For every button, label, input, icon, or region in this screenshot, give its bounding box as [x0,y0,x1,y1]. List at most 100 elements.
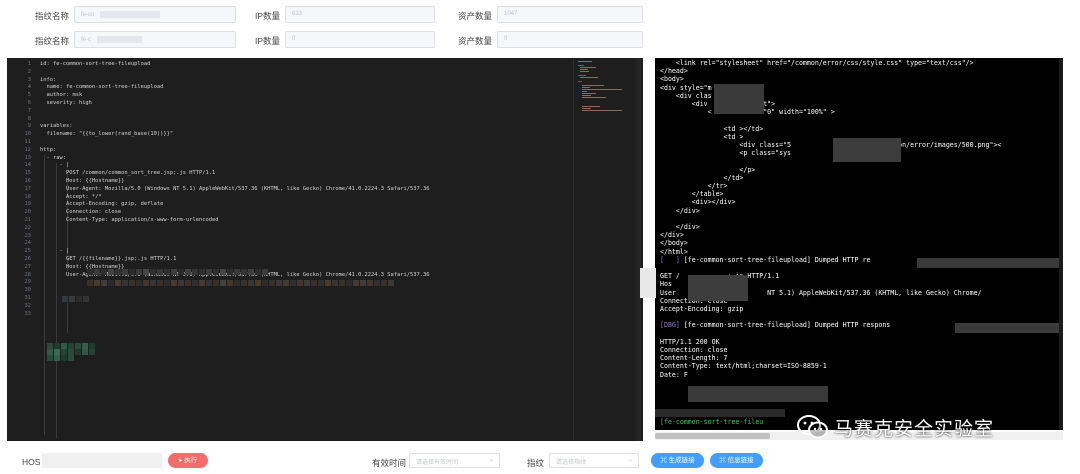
redacted-mosaic [62,296,90,302]
line-number: 28 [24,271,32,278]
generate-link-button[interactable]: ⌘ 生成链接 [651,453,704,468]
scrollbar-thumb[interactable] [655,433,770,439]
line-number: 6 [27,99,31,106]
info-link-button[interactable]: ⌘ 信息链接 [710,453,763,468]
line-number: 18 [24,193,32,200]
asset-count-label: 资产数量 [458,11,493,21]
code-line: variables: [40,123,73,130]
line-number: 14 [24,162,32,169]
code-line: Accept-Encoding: gzip, deflate [40,201,164,208]
terminal-line: </td> [660,173,744,182]
terminal-line: <link rel="stylesheet" href="/common/err… [660,59,974,67]
bottom-toolbar: HOS ▸ 执行 有效时间 请选择有效时间 ⌄ 指纹 请选择指纹 ⌄ ⌘ 生成链… [0,450,1080,474]
line-number: 22 [24,224,32,231]
line-number: 25 [24,248,32,255]
terminal-line: <div></div> [660,198,736,207]
redacted-block [100,11,161,18]
line-number: 7 [27,107,31,114]
code-line: filename: "{{to_lower(rand_base(10))}}" [40,131,174,138]
redacted-block [97,36,143,43]
terminal-line: <div class="5 rc="/common/error/images/5… [660,141,1002,149]
code-line: name: fe-common-sort-tree-fileupload [40,84,164,91]
fingerprint-name-input[interactable]: fe-co [74,6,236,23]
line-number: 3 [27,76,31,83]
code-line: id: fe-common-sort-tree-fileupload [40,61,151,67]
line-number: 4 [27,84,31,91]
line-number: 17 [24,185,32,192]
execute-button[interactable]: ▸ 执行 [168,453,208,468]
ip-count-input[interactable]: 633 [285,6,435,23]
redacted-mosaic [47,343,97,361]
terminal-line: <body> [660,75,684,84]
asset-count-value-2: 0 [504,36,508,42]
terminal-line: [DBG] [fe-common-sort-tree-fileupload] D… [660,321,891,330]
asset-count-input[interactable]: 1047 [497,6,643,23]
terminal-line: </p> [660,165,756,174]
terminal-line: </head> [660,67,688,76]
terminal-line: Content-Length: 7 [660,354,728,363]
line-number: 27 [24,263,32,270]
code-line: severity: high [40,99,92,106]
code-line: http: [40,146,57,153]
line-number: 16 [24,177,32,184]
fingerprint-label: 指纹 [527,458,545,468]
editor-minimap[interactable] [573,58,635,441]
asset-count-label-2: 资产数量 [458,36,493,46]
code-line: User-Agent: Mozilla/5.0 (Windows NT 5.1)… [40,185,430,192]
fingerprint-name-value-2: fe-c [81,37,92,44]
asset-count-input-2[interactable]: 0 [497,31,643,48]
terminal-line: </body> [660,239,688,248]
link-icon: ⌘ [660,457,669,464]
terminal-line: </tr> [660,182,728,190]
fingerprint-name-value: fe-co [81,12,95,19]
line-number: 29 [24,279,32,286]
code-line: - | [40,248,70,255]
terminal-line: <p class="sys [660,149,792,158]
ip-count-input-2[interactable]: 0 [285,31,435,48]
redacted-mosaic [87,280,395,286]
redacted-mosaic [688,386,828,402]
line-number: 20 [24,209,32,216]
fingerprint-name-input-2[interactable]: fe-c [74,31,236,48]
code-line: - raw: [40,154,66,161]
terminal-line: <td ></td> [660,124,764,133]
output-terminal[interactable]: <link rel="stylesheet" href="/common/err… [655,58,1063,430]
fingerprint-select[interactable]: 请选择指纹 ⌄ [549,453,639,468]
line-number: 19 [24,201,32,208]
chevron-down-icon: ⌄ [627,457,633,463]
line-number: 1 [27,61,31,67]
redacted-mosaic [714,84,764,114]
terminal-line: </html> [660,247,688,256]
ip-count-value: 633 [292,11,303,17]
redacted-mosaic [688,275,748,301]
code-line: info: [40,76,57,83]
yaml-code-editor[interactable]: 1 2 3 4 5 6 7 8 9 10 11 12 13 14 15 16 17 18 19 20 21 22 23 24 2… [7,58,643,441]
terminal-line: </div> [660,206,700,215]
host-label: HOS [22,457,41,467]
redacted-mosaic [833,138,901,162]
editor-vertical-scrollbar[interactable] [636,58,641,441]
fingerprint-name-label-2: 指纹名称 [35,36,70,46]
asset-count-value: 1047 [504,11,518,17]
wechat-watermark: 马赛克安全实验室 [796,412,1056,442]
filter-row-2: 指纹名称 fe-c IP数量 0 资产数量 0 [0,31,1080,51]
info-link-label: 信息链接 [727,457,754,464]
code-line: Accept: */* [40,193,102,200]
terminal-line: Date: F [660,370,688,379]
line-number-gutter: 1 2 3 4 5 6 7 8 9 10 11 12 13 14 15 16 17 18 19 20 21 22 23 24 2… [7,61,33,318]
terminal-vertical-scrollbar[interactable] [1059,58,1063,430]
valid-time-placeholder: 请选择有效时间 [416,460,459,466]
line-number: 31 [24,294,32,301]
line-number: 32 [24,302,32,309]
valid-time-select[interactable]: 请选择有效时间 ⌄ [409,453,500,468]
code-line: Connection: close [40,209,122,216]
line-number: 23 [24,232,32,239]
ip-count-label: IP数量 [255,11,281,21]
host-input[interactable] [42,453,162,468]
